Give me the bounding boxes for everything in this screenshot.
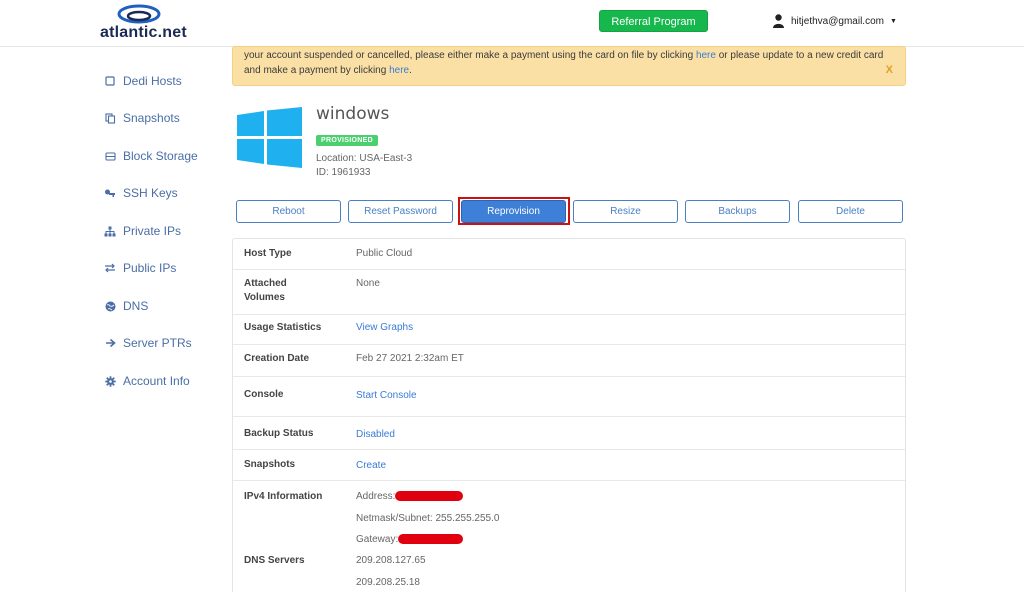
ipv4-address: Address: [356, 490, 464, 504]
attached-volumes-value: None [356, 278, 380, 289]
user-icon [773, 14, 784, 28]
sidebar-item-label: Server PTRs [123, 336, 192, 350]
table-row: Usage Statistics View Graphs [233, 315, 905, 345]
server-location: Location: USA-East-3 [316, 153, 413, 164]
top-header: atlantic.net Referral Program hitjethva@… [0, 0, 1024, 46]
network-icon [104, 225, 116, 237]
redacted-address [395, 491, 464, 502]
key-icon [104, 187, 116, 199]
sidebar-item-label: Snapshots [123, 111, 180, 125]
dns-servers-label: DNS Servers [244, 555, 305, 566]
sidebar-item-label: Dedi Hosts [123, 74, 182, 88]
backup-status-label: Backup Status [244, 428, 314, 439]
logo-text: atlantic.net [100, 24, 187, 41]
create-snapshot-link[interactable]: Create [356, 459, 386, 473]
server-details-table: Host Type Public Cloud Attached Volumes … [232, 238, 906, 592]
square-icon [104, 75, 116, 87]
reboot-button[interactable]: Reboot [236, 200, 341, 223]
chevron-down-icon: ▼ [889, 17, 897, 25]
storage-icon [104, 150, 116, 162]
backup-status-value[interactable]: Disabled [356, 428, 395, 442]
gateway-label: Gateway: [356, 534, 399, 545]
referral-program-button[interactable]: Referral Program [599, 10, 708, 32]
sidebar-item-public-ips[interactable]: Public IPs [104, 260, 176, 276]
reprovision-highlight [458, 197, 570, 225]
status-badge: PROVISIONED [316, 135, 378, 146]
console-label: Console [244, 389, 284, 400]
sidebar-item-block-storage[interactable]: Block Storage [104, 148, 198, 164]
ipv4-information-label: IPv4 Information [244, 491, 323, 502]
resize-button[interactable]: Resize [573, 200, 678, 223]
globe-icon [104, 300, 116, 312]
creation-date-label: Creation Date [244, 353, 310, 364]
alert-text: your account suspended or cancelled, ple… [244, 50, 696, 61]
table-row: Attached Volumes None [233, 270, 905, 315]
sidebar-item-ssh-keys[interactable]: SSH Keys [104, 185, 178, 201]
delete-button[interactable]: Delete [798, 200, 903, 223]
sidebar: Dedi Hosts Snapshots Block Storage SSH K… [0, 47, 232, 592]
sidebar-item-label: Public IPs [123, 261, 177, 275]
sidebar-item-server-ptrs[interactable]: Server PTRs [104, 335, 192, 351]
sidebar-item-account-info[interactable]: Account Info [104, 373, 190, 389]
attached-volumes-label: Attached Volumes [244, 278, 287, 303]
table-row: Snapshots Create [233, 450, 905, 481]
ipv4-gateway: Gateway: [356, 533, 464, 547]
netmask-value: Netmask/Subnet: 255.255.255.0 [356, 513, 500, 524]
sidebar-item-snapshots[interactable]: Snapshots [104, 110, 180, 126]
close-icon[interactable]: X [886, 63, 893, 78]
sidebar-item-label: DNS [123, 299, 149, 313]
sidebar-item-label: Block Storage [123, 149, 198, 163]
user-menu[interactable]: hitjethva@gmail.com ▼ [773, 12, 897, 30]
server-name: windows [316, 104, 390, 124]
sidebar-item-private-ips[interactable]: Private IPs [104, 223, 181, 239]
table-row: Host Type Public Cloud [233, 239, 905, 270]
host-type-value: Public Cloud [356, 248, 413, 259]
address-label: Address: [356, 491, 396, 502]
alert-link-update-card[interactable]: here [389, 65, 409, 76]
arrow-right-icon [104, 337, 116, 349]
dns-server-1: 209.208.127.65 [356, 555, 426, 566]
payment-alert: your account suspended or cancelled, ple… [232, 46, 906, 86]
usage-statistics-label: Usage Statistics [244, 322, 322, 333]
sidebar-item-label: SSH Keys [123, 186, 178, 200]
copy-icon [104, 112, 116, 124]
atlantic-logo[interactable]: atlantic.net [100, 4, 190, 44]
gear-icon [104, 375, 116, 387]
redacted-gateway [398, 534, 464, 545]
exchange-icon [104, 262, 116, 274]
sidebar-item-dedi-hosts[interactable]: Dedi Hosts [104, 73, 182, 89]
table-row: Console Start Console [233, 377, 905, 417]
view-graphs-link[interactable]: View Graphs [356, 321, 413, 335]
alert-link-card-on-file[interactable]: here [696, 50, 716, 61]
backups-button[interactable]: Backups [685, 200, 790, 223]
table-row: Backup Status Disabled [233, 417, 905, 450]
table-row: IPv4 Information Address: Netmask/Subnet… [233, 481, 905, 592]
windows-logo-icon [237, 107, 302, 168]
server-id: ID: 1961933 [316, 167, 371, 178]
snapshots-label: Snapshots [244, 459, 296, 470]
table-row: Creation Date Feb 27 2021 2:32am ET [233, 345, 905, 377]
sidebar-item-label: Private IPs [123, 224, 182, 238]
reset-password-button[interactable]: Reset Password [348, 200, 453, 223]
creation-date-value: Feb 27 2021 2:32am ET [356, 353, 464, 364]
sidebar-item-label: Account Info [123, 374, 190, 388]
alert-text: . [409, 65, 412, 76]
host-type-label: Host Type [244, 248, 292, 259]
start-console-link[interactable]: Start Console [356, 389, 417, 403]
dns-server-2: 209.208.25.18 [356, 577, 420, 588]
sidebar-item-dns[interactable]: DNS [104, 298, 148, 314]
user-email: hitjethva@gmail.com [791, 15, 884, 27]
